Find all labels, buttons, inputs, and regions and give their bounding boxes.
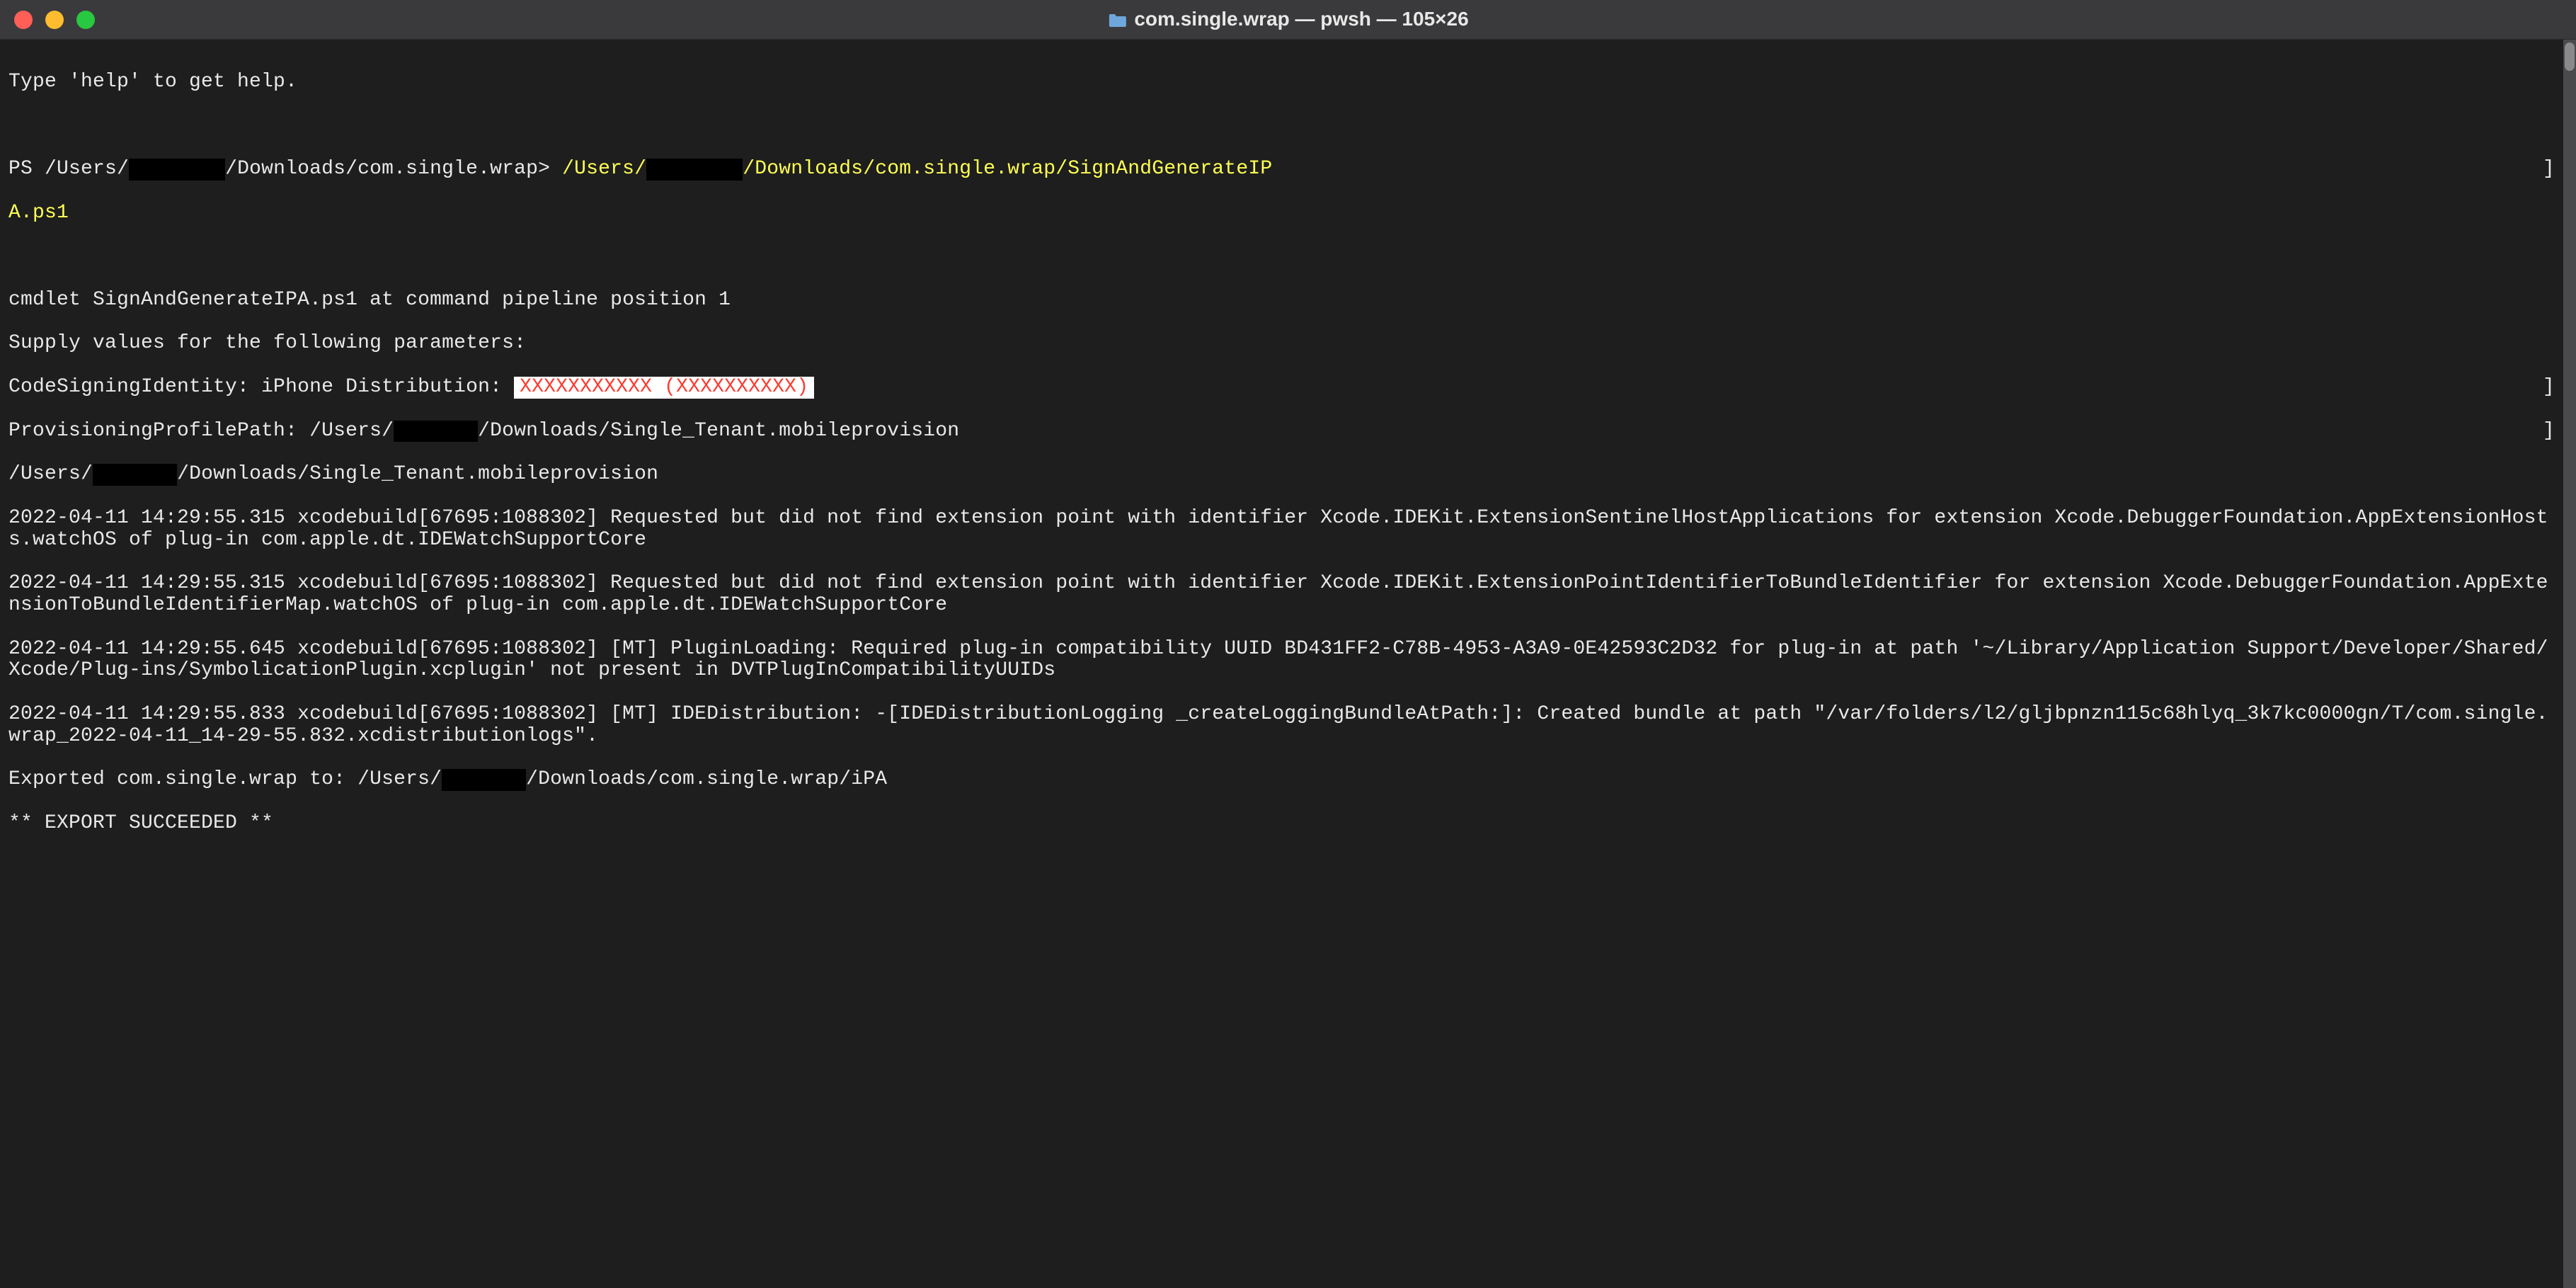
help-line: Type 'help' to get help. (8, 72, 2555, 93)
redacted-username-2 (646, 159, 743, 181)
scrollbar[interactable] (2563, 40, 2576, 1288)
window-title-text: com.single.wrap — pwsh — 105×26 (1134, 8, 1468, 30)
wrap-indicator-2: ] (2543, 377, 2555, 399)
close-button[interactable] (14, 11, 33, 29)
provprofile-prefix: ProvisioningProfilePath: /Users/ (8, 420, 394, 442)
echo-suffix: /Downloads/Single_Tenant.mobileprovision (177, 463, 658, 485)
wrap-indicator-3: ] (2543, 421, 2555, 443)
titlebar: com.single.wrap — pwsh — 105×26 (0, 0, 2576, 40)
scrollbar-thumb[interactable] (2565, 42, 2575, 71)
provprofile-suffix: /Downloads/Single_Tenant.mobileprovision (478, 420, 959, 442)
provprofile-line: ProvisioningProfilePath: /Users/ /Downlo… (8, 421, 2555, 443)
prompt-prefix: PS /Users/ (8, 158, 129, 180)
log-line-4: 2022-04-11 14:29:55.833 xcodebuild[67695… (8, 704, 2555, 748)
echo-path-line: /Users/ /Downloads/Single_Tenant.mobilep… (8, 464, 2555, 486)
blank-line (8, 115, 2555, 137)
codesign-masked: XXXXXXXXXXX (XXXXXXXXXX) (514, 377, 814, 399)
success-line: ** EXPORT SUCCEEDED ** (8, 813, 2555, 835)
log-line-1: 2022-04-11 14:29:55.315 xcodebuild[67695… (8, 508, 2555, 552)
traffic-lights (14, 11, 95, 29)
command-wrap: A.ps1 (8, 203, 2555, 224)
prompt-line: PS /Users/ /Downloads/com.single.wrap> /… (8, 159, 2555, 181)
maximize-button[interactable] (76, 11, 95, 29)
exported-line: Exported com.single.wrap to: /Users/ /Do… (8, 769, 2555, 791)
wrap-indicator: ] (2543, 159, 2555, 181)
prompt-mid: /Downloads/com.single.wrap> (225, 158, 562, 180)
supply-line: Supply values for the following paramete… (8, 333, 2555, 355)
terminal-area: Type 'help' to get help. PS /Users/ /Dow… (0, 40, 2576, 1288)
exported-prefix: Exported com.single.wrap to: /Users/ (8, 768, 442, 790)
blank-line-2 (8, 246, 2555, 268)
codesign-line: CodeSigningIdentity: iPhone Distribution… (8, 377, 2555, 399)
echo-prefix: /Users/ (8, 463, 93, 485)
redacted-username-4 (93, 464, 177, 486)
terminal-content[interactable]: Type 'help' to get help. PS /Users/ /Dow… (0, 40, 2563, 1288)
folder-icon (1107, 11, 1127, 27)
cmdlet-line: cmdlet SignAndGenerateIPA.ps1 at command… (8, 290, 2555, 312)
redacted-username-1 (129, 159, 225, 181)
codesign-label: CodeSigningIdentity: iPhone Distribution… (8, 376, 514, 398)
window-title: com.single.wrap — pwsh — 105×26 (1107, 8, 1468, 30)
log-line-3: 2022-04-11 14:29:55.645 xcodebuild[67695… (8, 639, 2555, 683)
command-text: /Users/ /Downloads/com.single.wrap/SignA… (562, 158, 1272, 180)
redacted-username-5 (442, 769, 526, 791)
terminal-window: com.single.wrap — pwsh — 105×26 Type 'he… (0, 0, 2576, 1288)
redacted-username-3 (394, 421, 478, 443)
log-line-2: 2022-04-11 14:29:55.315 xcodebuild[67695… (8, 573, 2555, 617)
exported-suffix: /Downloads/com.single.wrap/iPA (526, 768, 887, 790)
minimize-button[interactable] (45, 11, 64, 29)
